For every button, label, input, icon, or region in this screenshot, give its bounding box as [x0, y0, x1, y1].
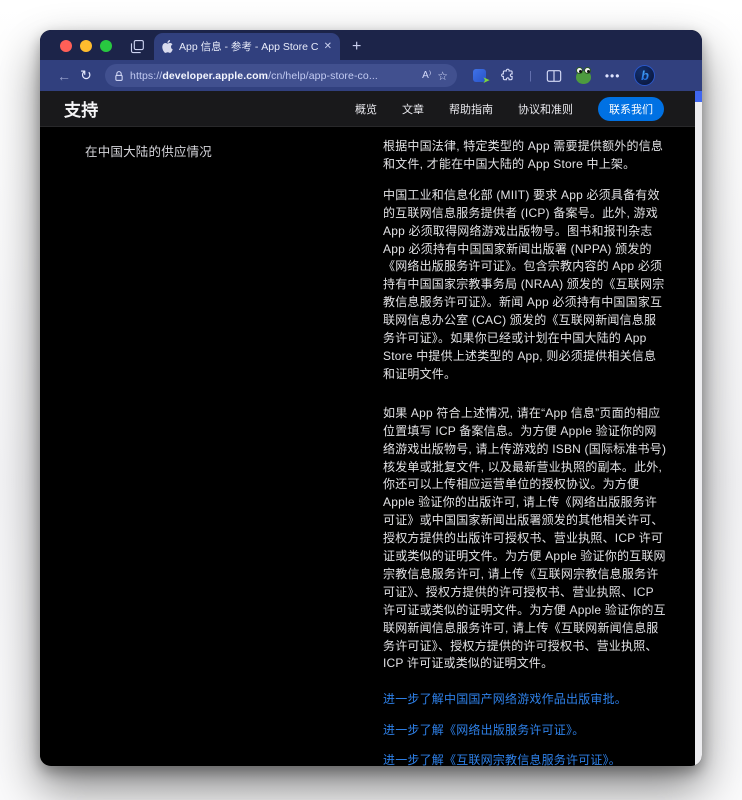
article-body: 根据中国法律, 特定类型的 App 需要提供额外的信息和文件, 才能在中国大陆的…	[383, 138, 667, 766]
favorite-star-icon[interactable]: ☆	[437, 69, 448, 83]
read-aloud-icon[interactable]: A⁾	[422, 70, 431, 81]
tab-close-icon[interactable]: ✕	[324, 41, 332, 52]
browser-window: App 信息 - 参考 - App Store Co ✕ + ← ↻ https…	[40, 30, 702, 766]
paragraph-upload-instructions: 如果 App 符合上述情况, 请在“App 信息”页面的相应位置填写 ICP 备…	[383, 405, 667, 671]
link-religious-info-license[interactable]: 进一步了解《互联网宗教信息服务许可证》。	[383, 754, 667, 766]
browser-toolbar: ← ↻ https://developer.apple.com/cn/help/…	[40, 60, 702, 91]
lock-icon	[115, 70, 123, 81]
url-text: https://developer.apple.com/cn/help/app-…	[130, 70, 416, 82]
link-game-publication-approval[interactable]: 进一步了解中国国产网络游戏作品出版审批。	[383, 693, 667, 706]
address-bar[interactable]: https://developer.apple.com/cn/help/app-…	[105, 64, 457, 87]
sidebar-item-availability-china[interactable]: 在中国大陆的供应情况	[85, 141, 212, 160]
url-path: /cn/help/app-store-co...	[268, 69, 378, 82]
page-title[interactable]: 支持	[64, 96, 99, 121]
zoom-window-button[interactable]	[100, 40, 112, 52]
tab-bar: App 信息 - 参考 - App Store Co ✕ +	[40, 30, 702, 60]
url-domain: developer.apple.com	[162, 69, 269, 82]
split-screen-icon[interactable]	[546, 69, 562, 83]
window-controls	[60, 40, 112, 52]
contact-us-button[interactable]: 联系我们	[598, 96, 664, 121]
extensions-puzzle-icon[interactable]	[500, 68, 515, 83]
apple-favicon-icon	[162, 40, 173, 53]
bing-sidebar-icon[interactable]: b	[634, 65, 656, 86]
scrollbar[interactable]	[695, 91, 702, 766]
toolbar-separator: |	[529, 69, 532, 82]
tab-actions-menu-icon[interactable]	[128, 37, 146, 55]
frog-extension-icon[interactable]	[575, 66, 591, 84]
paragraph-requirements: 中国工业和信息化部 (MIIT) 要求 App 必须具备有效的互联网信息服务提供…	[383, 187, 665, 381]
link-online-publishing-license[interactable]: 进一步了解《网络出版服务许可证》。	[383, 723, 667, 737]
back-icon[interactable]: ←	[53, 68, 75, 84]
nav-item-agreements[interactable]: 协议和准则	[518, 101, 573, 117]
page-header: 支持 概览 文章 帮助指南 协议和准则 联系我们	[40, 91, 702, 127]
nav-item-articles[interactable]: 文章	[402, 101, 424, 117]
new-tab-button[interactable]: +	[352, 39, 361, 55]
minimize-window-button[interactable]	[80, 40, 92, 52]
scrollbar-top-marker	[695, 91, 702, 102]
extensions-row: ➤ | ••• b	[473, 65, 656, 86]
settings-more-icon[interactable]: •••	[605, 69, 621, 83]
header-nav: 概览 文章 帮助指南 协议和准则 联系我们	[355, 96, 678, 121]
translate-extension-icon[interactable]: ➤	[473, 69, 490, 85]
tab-title: App 信息 - 参考 - App Store Co	[179, 41, 318, 53]
learn-more-links: 进一步了解中国国产网络游戏作品出版审批。 进一步了解《网络出版服务许可证》。 进…	[383, 693, 667, 766]
tab-app-info[interactable]: App 信息 - 参考 - App Store Co ✕	[154, 33, 340, 60]
nav-item-overview[interactable]: 概览	[355, 101, 377, 117]
close-window-button[interactable]	[60, 40, 72, 52]
paragraph-intro: 根据中国法律, 特定类型的 App 需要提供额外的信息和文件, 才能在中国大陆的…	[383, 139, 664, 171]
url-scheme: https://	[130, 69, 163, 82]
page-content: 在中国大陆的供应情况 根据中国法律, 特定类型的 App 需要提供额外的信息和文…	[40, 127, 702, 766]
refresh-icon[interactable]: ↻	[75, 67, 97, 84]
nav-item-help-guides[interactable]: 帮助指南	[449, 101, 493, 117]
